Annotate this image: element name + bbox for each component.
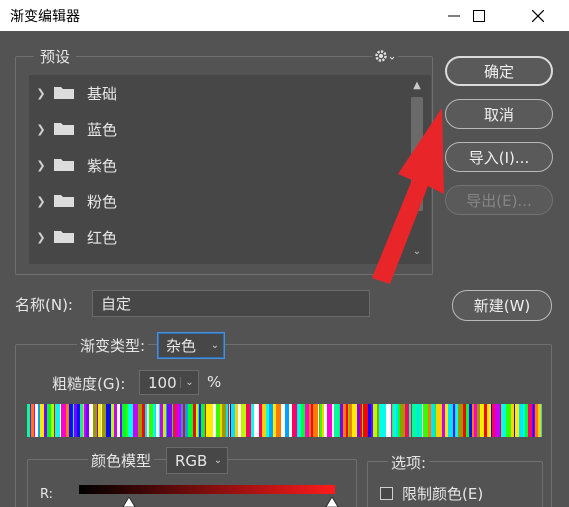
gear-icon [375, 50, 395, 62]
color-model-value: RGB [175, 451, 208, 470]
chevron-down-icon: ⌄ [213, 455, 223, 466]
close-button[interactable] [515, 0, 561, 31]
roughness-unit: % [207, 373, 222, 391]
chevron-right-icon: ❯ [36, 158, 46, 172]
export-button[interactable]: 导出(E)... [445, 185, 553, 215]
folder-icon [53, 194, 75, 208]
preset-folder-label: 紫色 [87, 156, 118, 175]
options-legend: 选项: [388, 452, 430, 473]
chevron-down-icon: ⌄ [210, 340, 220, 351]
gradient-preview-bar[interactable] [27, 404, 542, 437]
preset-folder-blue[interactable]: ❯ 蓝色 [29, 111, 401, 147]
preset-folder-purple[interactable]: ❯ 紫色 [29, 147, 401, 183]
red-channel-slider[interactable] [79, 485, 335, 494]
name-input[interactable]: 自定 [92, 290, 370, 317]
channel-r-label: R: [40, 487, 54, 502]
folder-icon [53, 86, 75, 100]
slider-stop-right[interactable] [325, 497, 339, 507]
folder-icon [53, 230, 75, 244]
presets-legend: 预设 [34, 46, 77, 67]
color-model-select[interactable]: RGB ⌄ [166, 447, 228, 474]
preset-folder-red[interactable]: ❯ 红色 [29, 219, 401, 255]
preset-folder-label: 基础 [87, 84, 118, 103]
presets-scrollbar[interactable]: ▲ ⌄ [403, 75, 431, 264]
name-label: 名称(N): [15, 296, 73, 314]
preset-folder-label: 粉色 [87, 192, 118, 211]
preset-folder-basic[interactable]: ❯ 基础 [29, 75, 401, 111]
folder-icon [53, 122, 75, 136]
presets-settings-button[interactable] [372, 46, 398, 66]
restrict-colors-label: 限制颜色(E) [402, 485, 484, 503]
roughness-label: 粗糙度(G): [52, 375, 126, 393]
roughness-value: 100 [148, 373, 177, 392]
chevron-right-icon: ❯ [36, 230, 46, 244]
chevron-right-icon: ❯ [36, 122, 46, 136]
preset-folder-pink[interactable]: ❯ 粉色 [29, 183, 401, 219]
scroll-up-arrow-icon[interactable]: ▲ [403, 77, 431, 95]
gradient-type-select[interactable]: 杂色 ⌄ [157, 332, 225, 359]
maximize-button[interactable] [456, 0, 502, 31]
folder-icon [53, 158, 75, 172]
maximize-icon [473, 9, 485, 22]
chevron-right-icon: ❯ [36, 194, 46, 208]
chevron-right-icon: ❯ [36, 86, 46, 100]
preset-folder-label: 蓝色 [87, 120, 118, 139]
gradient-type-value: 杂色 [166, 337, 197, 355]
title-bar: 渐变编辑器 [0, 0, 569, 31]
chevron-down-icon: ⌄ [180, 377, 198, 388]
roughness-input[interactable]: 100 ⌄ [139, 370, 199, 395]
scroll-down-arrow-icon[interactable]: ⌄ [403, 243, 431, 261]
presets-list: ❯ 基础 ❯ 蓝色 ❯ 紫色 ❯ 粉色 ❯ 红色 ▲ ⌄ [29, 75, 431, 264]
import-button[interactable]: 导入(I)... [445, 142, 553, 172]
slider-stop-left[interactable] [122, 497, 136, 507]
new-button[interactable]: 新建(W) [452, 290, 552, 321]
color-model-label: 颜色模型 [88, 450, 155, 471]
preset-folder-label: 红色 [87, 228, 118, 247]
restrict-colors-checkbox[interactable] [380, 487, 393, 500]
cancel-button[interactable]: 取消 [445, 99, 553, 129]
gradient-type-label: 渐变类型: [77, 335, 149, 356]
ok-button[interactable]: 确定 [445, 56, 553, 86]
window-title: 渐变编辑器 [10, 9, 80, 25]
close-icon [532, 9, 544, 22]
scroll-thumb[interactable] [411, 97, 423, 211]
